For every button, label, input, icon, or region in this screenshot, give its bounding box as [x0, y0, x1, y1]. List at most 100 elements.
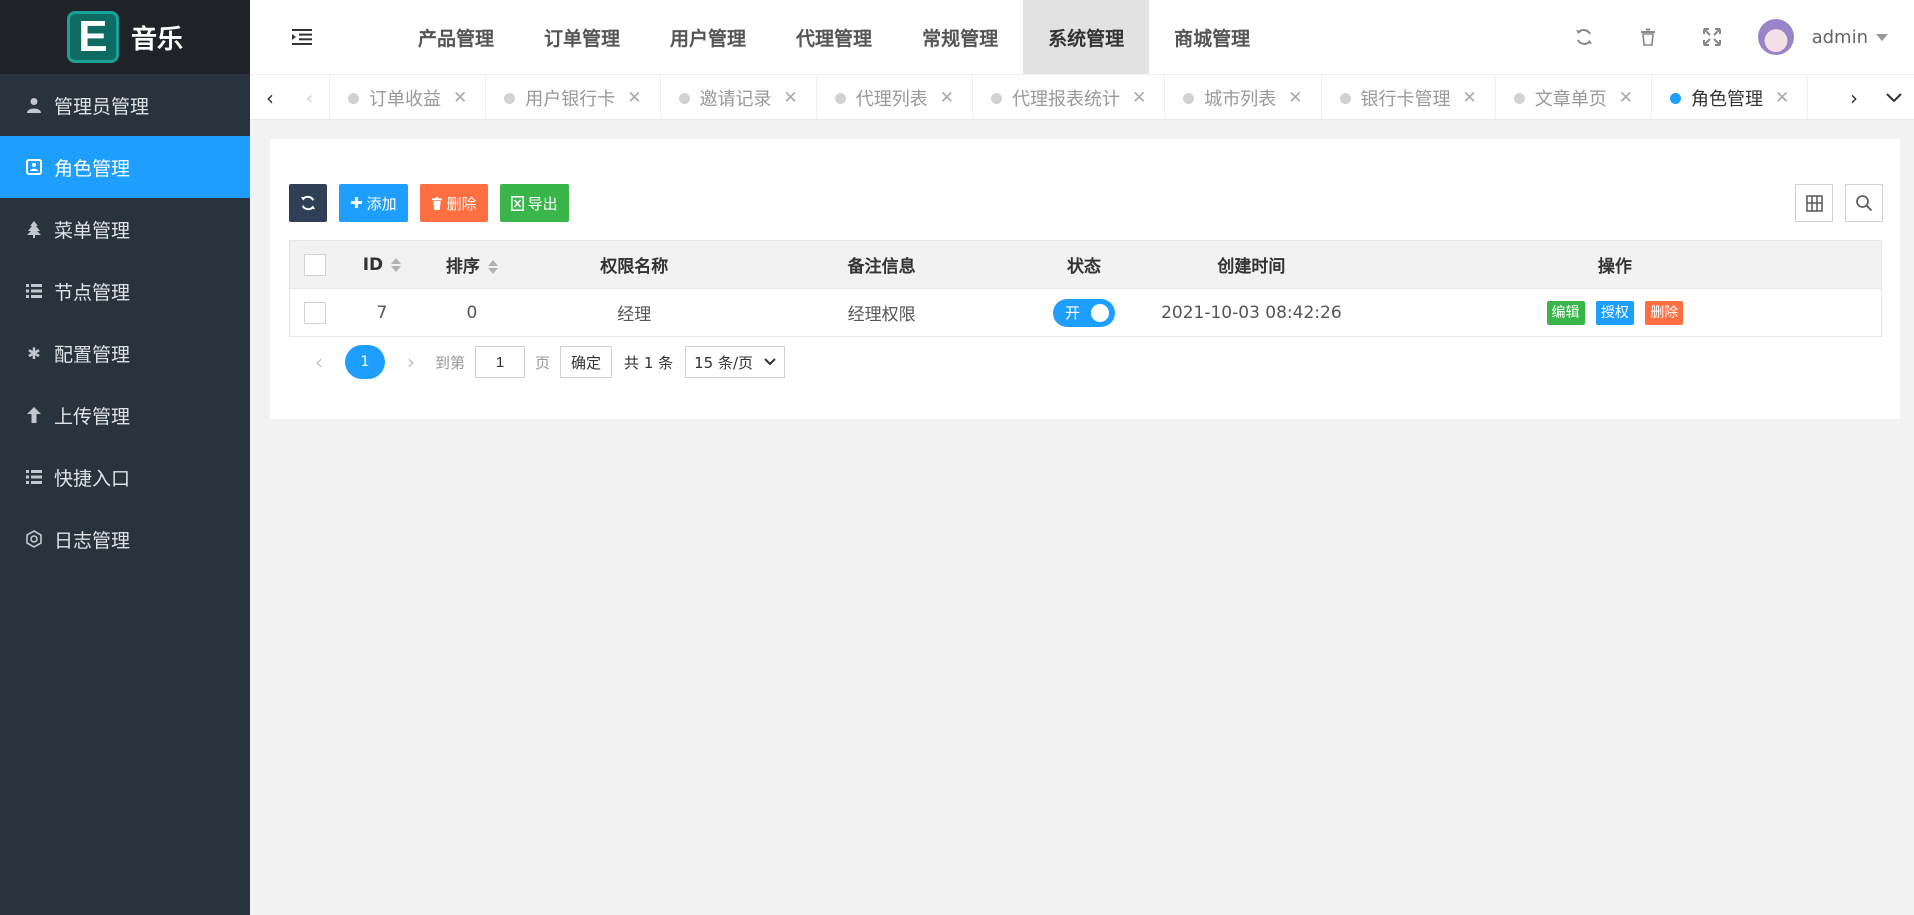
top-menu-general[interactable]: 常规管理 [897, 0, 1023, 74]
excel-icon [510, 195, 524, 211]
sidebar-item-shortcut[interactable]: 快捷入口 [0, 446, 250, 508]
goto-confirm-button[interactable]: 确定 [560, 346, 613, 378]
export-button[interactable]: 导出 [499, 184, 569, 222]
sidebar-item-role[interactable]: 角色管理 [0, 136, 250, 198]
tab-dot [504, 92, 516, 104]
tab-scroll-left-icon[interactable]: ‹ [250, 75, 290, 119]
cell-created: 2021-10-03 08:42:26 [1153, 288, 1349, 337]
list-icon [24, 284, 44, 298]
next-page-icon[interactable]: › [397, 350, 425, 374]
cell-name: 经理 [519, 288, 750, 337]
sidebar-item-label: 菜单管理 [54, 219, 131, 242]
fullscreen-icon[interactable] [1680, 0, 1744, 74]
goto-page-input[interactable] [475, 346, 526, 378]
sidebar-item-label: 配置管理 [54, 343, 131, 366]
table-toolbar: ✚ 添加 删除 导出 [289, 184, 569, 222]
tab-partial[interactable]: ‹ [290, 75, 330, 119]
sidebar-item-menu[interactable]: 菜单管理 [0, 198, 250, 260]
prev-page-icon[interactable]: ‹ [305, 350, 333, 374]
tab-dropdown-icon[interactable] [1874, 75, 1914, 119]
edit-button[interactable]: 编辑 [1546, 300, 1585, 325]
sidebar-item-upload[interactable]: 上传管理 [0, 384, 250, 446]
tab-article-page[interactable]: 文章单页 ✕ [1496, 75, 1652, 119]
close-icon[interactable]: ✕ [453, 88, 467, 108]
tab-dot [1339, 92, 1351, 104]
sidebar-item-label: 快捷入口 [54, 467, 131, 490]
cell-status: 开 [1013, 288, 1154, 337]
row-delete-button[interactable]: 删除 [1645, 300, 1684, 325]
column-header-created: 创建时间 [1153, 240, 1349, 289]
role-table: ID 排序 权限名称 备注信息 状态 创建时间 操作 7 0 经理 经理权限 开… [289, 240, 1882, 337]
logo[interactable]: E 音乐 [0, 0, 250, 74]
tab-label: 代理报表统计 [1012, 89, 1120, 110]
cell-actions: 编辑 授权 删除 [1348, 288, 1882, 337]
close-icon[interactable]: ✕ [1775, 88, 1789, 108]
column-header-sort[interactable]: 排序 [424, 240, 520, 289]
column-header-actions: 操作 [1348, 240, 1882, 289]
arrow-up-icon [24, 407, 44, 423]
close-icon[interactable]: ✕ [1288, 88, 1302, 108]
sidebar-item-log[interactable]: 日志管理 [0, 508, 250, 570]
close-icon[interactable]: ✕ [627, 88, 641, 108]
sidebar: E 音乐 管理员管理 角色管理 菜单管理 节点管理 ✱ 配置管理 上传管理 快捷… [0, 0, 250, 915]
search-icon[interactable] [1845, 184, 1883, 222]
page-size-value: 15 条/页 [694, 353, 754, 372]
close-icon[interactable]: ✕ [1463, 88, 1477, 108]
tab-scroll-right-icon[interactable]: › [1834, 75, 1874, 119]
tab-city-list[interactable]: 城市列表 ✕ [1165, 75, 1322, 119]
row-checkbox[interactable] [303, 301, 326, 324]
total-count: 共 1 条 [624, 353, 674, 372]
status-toggle[interactable]: 开 [1052, 298, 1115, 327]
column-header-name: 权限名称 [519, 240, 750, 289]
tab-user-bankcard[interactable]: 用户银行卡 ✕ [486, 75, 661, 119]
close-icon[interactable]: ✕ [940, 88, 954, 108]
tab-dot [1513, 92, 1525, 104]
sort-icon[interactable] [487, 260, 498, 274]
tab-role-manage[interactable]: 角色管理 ✕ [1652, 75, 1809, 119]
close-icon[interactable]: ✕ [784, 88, 798, 108]
sidebar-item-label: 角色管理 [54, 157, 131, 180]
clear-cache-icon[interactable] [1616, 0, 1680, 74]
close-icon[interactable]: ✕ [1132, 88, 1146, 108]
refresh-button[interactable] [289, 184, 327, 222]
app-title: 音乐 [130, 24, 183, 55]
table-row: 7 0 经理 经理权限 开 2021-10-03 08:42:26 编辑 授权 … [289, 288, 1882, 337]
cell-remark: 经理权限 [749, 288, 1014, 337]
top-menu-user[interactable]: 用户管理 [645, 0, 771, 74]
sort-icon[interactable] [391, 257, 402, 272]
row-select-cell [289, 288, 340, 337]
current-page[interactable]: 1 [345, 345, 385, 379]
select-all-checkbox[interactable] [303, 253, 326, 276]
add-button[interactable]: ✚ 添加 [339, 184, 408, 222]
tab-bar: ‹ ‹ 订单收益 ✕ 用户银行卡 ✕ 邀请记录 ✕ 代理列表 ✕ 代理报表统计 ✕ 城市列… [250, 74, 1914, 120]
toggle-knob [1090, 303, 1109, 322]
tab-agent-list[interactable]: 代理列表 ✕ [817, 75, 973, 119]
authorize-button[interactable]: 授权 [1595, 300, 1634, 325]
user-menu[interactable]: admin [1744, 19, 1914, 55]
delete-button[interactable]: 删除 [419, 184, 488, 222]
username: admin [1811, 26, 1868, 48]
top-menu-system[interactable]: 系统管理 [1023, 0, 1150, 74]
sidebar-item-config[interactable]: ✱ 配置管理 [0, 322, 250, 384]
tab-dot [834, 92, 846, 104]
columns-icon[interactable] [1795, 184, 1833, 222]
top-menu-order[interactable]: 订单管理 [519, 0, 645, 74]
role-icon [24, 159, 44, 175]
column-header-id[interactable]: ID [339, 240, 425, 289]
sidebar-item-label: 上传管理 [54, 405, 131, 428]
close-icon[interactable]: ✕ [1619, 88, 1633, 108]
page-size-select[interactable]: 15 条/页 [685, 346, 786, 378]
refresh-icon[interactable] [1552, 0, 1616, 74]
top-menu-product[interactable]: 产品管理 [393, 0, 519, 74]
tree-icon [24, 220, 44, 238]
tab-order-income[interactable]: 订单收益 ✕ [330, 75, 487, 119]
tab-bankcard-manage[interactable]: 银行卡管理 ✕ [1322, 75, 1496, 119]
tab-agent-report[interactable]: 代理报表统计 ✕ [973, 75, 1166, 119]
sidebar-toggle-icon[interactable] [290, 25, 314, 49]
tab-invite-record[interactable]: 邀请记录 ✕ [661, 75, 817, 119]
sidebar-item-admin[interactable]: 管理员管理 [0, 74, 250, 136]
top-menu-mall[interactable]: 商城管理 [1149, 0, 1275, 74]
sidebar-item-node[interactable]: 节点管理 [0, 260, 250, 322]
top-menu-agent[interactable]: 代理管理 [771, 0, 897, 74]
export-button-label: 导出 [527, 194, 558, 213]
